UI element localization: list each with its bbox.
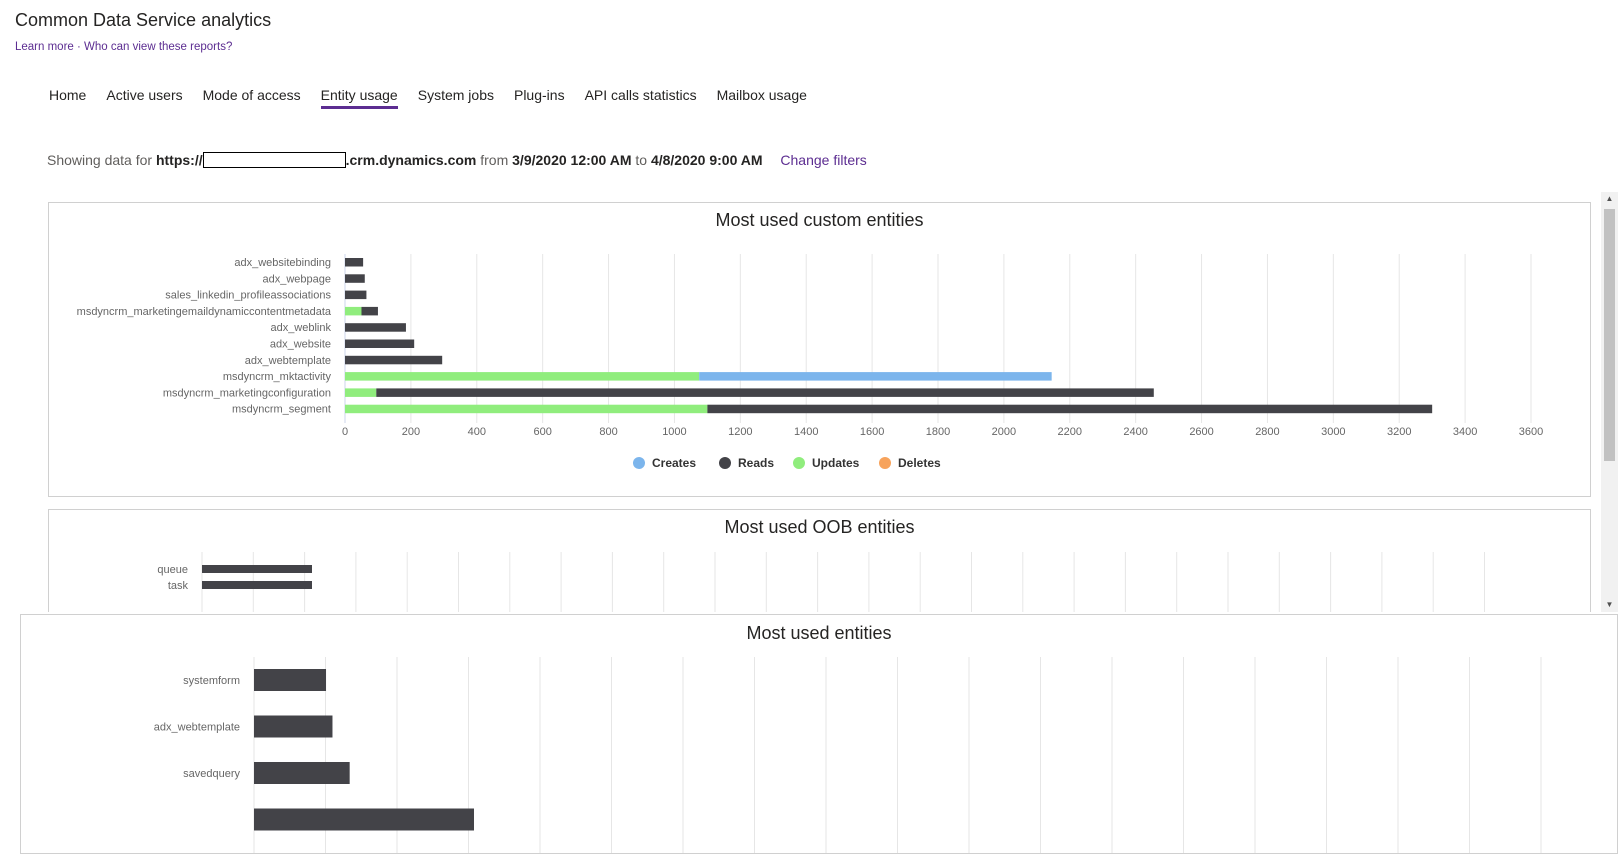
bar-msdyncrm-marketingemaildynamiccontentmetadata-updates[interactable] [345, 306, 362, 316]
oob-entities-card: Most used OOB entities queue task [48, 509, 1591, 612]
bar-savedquery[interactable] [254, 762, 350, 784]
reports-scroll-area[interactable]: Most used custom entities 0 200 400 600 800 1… [0, 192, 1619, 612]
tab-api-calls-statistics[interactable]: API calls statistics [585, 87, 697, 109]
y-tick-label: sales_linkedin_profileassociations [165, 290, 331, 302]
y-tick-label: msdyncrm_mktactivity [223, 371, 332, 383]
change-filters-link[interactable]: Change filters [780, 152, 866, 168]
x-tick-label: 3200 [1387, 426, 1411, 438]
x-tick-label: 400 [468, 426, 486, 438]
custom-entities-card: Most used custom entities 0 200 400 600 800 1… [48, 202, 1591, 497]
y-tick-label: systemform [183, 675, 240, 687]
bar-adx-webtemplate[interactable] [254, 715, 333, 738]
from-value: 3/9/2020 12:00 AM [512, 152, 632, 168]
x-tick-label: 2800 [1255, 426, 1279, 438]
x-tick-label: 3400 [1453, 426, 1477, 438]
learn-more-link[interactable]: Learn more [15, 41, 74, 53]
legend-marker-creates[interactable] [633, 457, 645, 469]
x-tick-label: 1600 [860, 426, 884, 438]
legend-label-deletes[interactable]: Deletes [898, 456, 941, 470]
x-tick-label: 3000 [1321, 426, 1345, 438]
x-tick-label: 600 [533, 426, 551, 438]
y-tick-label: adx_webtemplate [154, 722, 240, 734]
bar-cut-off[interactable] [254, 808, 474, 831]
to-label: to [635, 152, 648, 168]
scroll-down-icon[interactable]: ▼ [1601, 598, 1618, 612]
bar-msdyncrm-segment-reads[interactable] [707, 404, 1433, 414]
tab-mode-of-access[interactable]: Mode of access [203, 87, 301, 109]
y-tick-label: adx_webpage [262, 273, 331, 285]
y-tick-label: queue [157, 564, 188, 576]
bar-msdyncrm-segment-updates[interactable] [345, 404, 708, 414]
y-tick-label: msdyncrm_marketingconfiguration [163, 387, 331, 399]
y-tick-label: savedquery [183, 768, 240, 780]
bar-task[interactable] [202, 581, 312, 589]
x-tick-label: 2600 [1189, 426, 1213, 438]
y-tick-label: msdyncrm_segment [232, 404, 331, 416]
y-tick-label: msdyncrm_marketingemaildynamiccontentmet… [77, 306, 332, 318]
x-tick-label: 1800 [926, 426, 950, 438]
entities-card: Most used entities systemform adx_webtemp… [20, 614, 1618, 854]
bar-adx-weblink-reads[interactable] [345, 323, 406, 332]
bar-msdyncrm-mktactivity-updates[interactable] [345, 372, 700, 381]
bar-adx-website-reads[interactable] [345, 339, 415, 349]
y-tick-label: adx_webtemplate [245, 355, 331, 367]
bar-msdyncrm-mktactivity-creates[interactable] [699, 372, 1052, 381]
bar-systemform[interactable] [254, 669, 327, 691]
y-tick-label: adx_weblink [270, 322, 331, 334]
bar-adx-webtemplate-reads[interactable] [345, 355, 443, 365]
legend-marker-updates[interactable] [793, 457, 805, 469]
x-tick-label: 800 [599, 426, 617, 438]
x-tick-label: 1400 [794, 426, 818, 438]
page-title: Common Data Service analytics [15, 10, 272, 30]
who-can-view-link[interactable]: Who can view these reports? [84, 41, 232, 53]
y-tick-label: task [168, 580, 189, 592]
x-tick-label: 2200 [1058, 426, 1082, 438]
legend-label-updates[interactable]: Updates [812, 456, 860, 470]
bar-msdyncrm-marketingconfiguration-updates[interactable] [345, 388, 377, 397]
showing-prefix: Showing data for [47, 152, 153, 168]
oob-entities-chart: queue task [157, 552, 1485, 612]
link-separator: · [73, 41, 85, 53]
header-links: Learn more · Who can view these reports? [15, 41, 232, 53]
tab-entity-usage[interactable]: Entity usage [320, 87, 398, 109]
bar-msdyncrm-marketingemaildynamiccontentmetadata-reads[interactable] [361, 306, 378, 316]
custom-entities-chart: 0 200 400 600 800 1000 1200 1400 1600 1800 2000 220… [77, 254, 1543, 470]
x-tick-label: 2000 [992, 426, 1016, 438]
x-tick-label: 0 [342, 426, 348, 438]
legend-marker-reads[interactable] [719, 457, 731, 469]
legend-marker-deletes[interactable] [879, 457, 891, 469]
legend-label-reads[interactable]: Reads [738, 456, 774, 470]
from-label: from [480, 152, 509, 168]
vertical-scrollbar[interactable]: ▲ ▼ [1601, 192, 1618, 612]
x-tick-label: 1000 [662, 426, 686, 438]
bar-queue[interactable] [202, 565, 312, 573]
y-tick-label: adx_websitebinding [234, 257, 331, 269]
tab-bar: Home Active users Mode of access Entity … [49, 87, 827, 109]
scroll-up-icon[interactable]: ▲ [1601, 192, 1618, 206]
bar-adx-websitebinding-reads[interactable] [345, 258, 364, 267]
legend-label-creates[interactable]: Creates [652, 456, 696, 470]
scroll-thumb[interactable] [1604, 209, 1615, 461]
to-value: 4/8/2020 9:00 AM [650, 152, 763, 168]
tab-active-users[interactable]: Active users [106, 87, 182, 109]
redacted-box [202, 151, 346, 168]
filter-summary: Showing data for https:// .crm.dynamics.c… [47, 151, 867, 168]
y-tick-label: adx_website [270, 339, 331, 351]
x-tick-label: 3600 [1519, 426, 1543, 438]
tab-mailbox-usage[interactable]: Mailbox usage [717, 87, 807, 109]
tab-plug-ins[interactable]: Plug-ins [514, 87, 565, 109]
x-tick-label: 2400 [1123, 426, 1147, 438]
x-tick-label: 1200 [728, 426, 752, 438]
url-suffix: .crm.dynamics.com [345, 152, 477, 168]
tab-system-jobs[interactable]: System jobs [418, 87, 494, 109]
bar-sales-linkedin-profileassociations-reads[interactable] [345, 290, 367, 300]
x-tick-label: 200 [402, 426, 420, 438]
url-prefix: https:// [155, 152, 203, 168]
tab-home[interactable]: Home [49, 87, 86, 109]
bar-adx-webpage-reads[interactable] [345, 274, 365, 283]
entities-chart: systemform adx_webtemplate savedquery [154, 657, 1542, 853]
bar-msdyncrm-marketingconfiguration-reads[interactable] [376, 388, 1154, 397]
